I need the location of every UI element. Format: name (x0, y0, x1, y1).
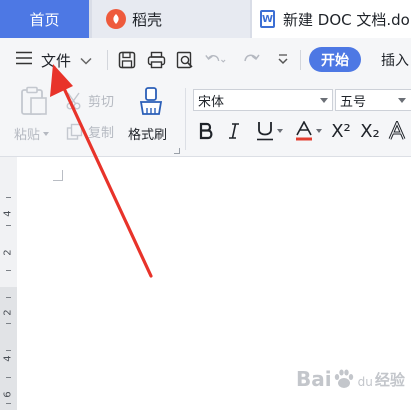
chevron-down-icon (320, 98, 328, 103)
tab-document[interactable]: W 新建 DOC 文档.do (252, 0, 411, 38)
underline-icon (256, 122, 273, 141)
page-margin-corner (53, 170, 63, 181)
italic-icon (229, 123, 239, 139)
chevron-down-icon (80, 51, 92, 69)
tab-insert[interactable]: 插入 (381, 47, 409, 72)
quick-toolbar: 文件 开始 插入 (0, 38, 411, 82)
italic-button[interactable] (225, 118, 243, 144)
ribbon-home: 粘贴 剪切 复制 格式刷 宋体 五号 X² X₂ (0, 82, 411, 157)
clipboard-group-launcher[interactable] (174, 148, 180, 154)
tab-start[interactable]: 开始 (309, 47, 361, 72)
baidu-watermark: Bai du 经验 (296, 367, 405, 391)
undo-button[interactable] (204, 49, 226, 71)
format-painter-button[interactable]: 格式刷 (128, 124, 167, 143)
cut-button[interactable]: 剪切 (66, 91, 114, 110)
copy-button[interactable]: 复制 (66, 122, 114, 141)
file-menu-button[interactable]: 文件 (16, 48, 92, 72)
watermark-text-right: 经验 (374, 370, 405, 389)
tab-daoke[interactable]: 稻壳 (92, 0, 250, 38)
ruler-number: 2 (2, 309, 14, 316)
watermark-text-sub: du (357, 375, 373, 389)
text-effect-icon (388, 121, 406, 140)
ruler-tick (6, 377, 11, 378)
ribbon-divider (185, 88, 186, 150)
cut-icon (66, 92, 81, 109)
copy-label: 复制 (88, 126, 115, 141)
tab-document-label: 新建 DOC 文档.do (283, 10, 410, 29)
paste-label: 粘贴 (14, 128, 41, 143)
ruler-tick (6, 197, 11, 198)
ruler-tick (6, 297, 11, 298)
ruler-tick (6, 323, 11, 324)
ruler-tick (6, 225, 11, 226)
copy-icon (66, 123, 83, 140)
ruler-tick (6, 350, 11, 351)
file-menu-label: 文件 (41, 51, 72, 70)
superscript-button[interactable]: X² (329, 118, 353, 144)
chevron-down-icon (398, 98, 406, 103)
text-effect-button[interactable] (387, 118, 407, 144)
ruler-tick (6, 403, 11, 404)
tab-start-label: 开始 (321, 52, 349, 69)
ruler-tick (6, 270, 11, 271)
paste-button[interactable]: 粘贴 (14, 124, 50, 143)
toolbar-divider (107, 50, 108, 70)
save-button[interactable] (116, 49, 138, 71)
baidu-paw-icon (334, 369, 353, 388)
font-size-value: 五号 (340, 94, 367, 110)
save-icon (118, 51, 136, 69)
underline-button[interactable] (251, 118, 287, 144)
print-preview-button[interactable] (174, 49, 196, 71)
cut-label: 剪切 (88, 95, 115, 110)
font-color-button[interactable] (292, 118, 324, 144)
format-painter-icon-wrap[interactable] (138, 86, 164, 116)
redo-icon (244, 54, 260, 62)
ruler-number: 4 (2, 210, 14, 217)
subscript-button[interactable]: X₂ (358, 118, 382, 144)
paste-dropdown-icon (43, 131, 50, 136)
underline-dropdown-icon (276, 129, 283, 133)
subscript-label: X₂ (360, 120, 380, 142)
paste-icon (21, 86, 47, 115)
watermark-text-left: Bai (296, 367, 332, 391)
tab-bar: 首页 稻壳 W 新建 DOC 文档.do (0, 0, 411, 38)
word-document-icon: W (260, 10, 275, 28)
ruler-number: 6 (2, 391, 14, 398)
superscript-label: X² (331, 120, 351, 142)
tab-insert-label: 插入 (381, 52, 409, 69)
menu-icon (16, 51, 32, 69)
undo-icon (205, 55, 226, 63)
font-color-dropdown-icon (315, 129, 322, 133)
print-button[interactable] (145, 49, 167, 71)
font-size-select[interactable]: 五号 (335, 89, 411, 111)
toolbar-divider (300, 50, 301, 70)
daoke-logo-icon (106, 9, 126, 29)
vertical-ruler[interactable]: 4 2 2 4 6 (0, 157, 17, 410)
font-name-value: 宋体 (198, 94, 225, 110)
format-painter-label: 格式刷 (128, 128, 168, 143)
more-quick-actions-button[interactable] (272, 49, 294, 71)
ruler-number: 4 (2, 355, 14, 362)
ruler-number: 2 (2, 249, 14, 256)
tab-daoke-label: 稻壳 (132, 10, 163, 29)
redo-button[interactable] (240, 49, 262, 71)
font-name-select[interactable]: 宋体 (193, 89, 333, 111)
tab-home[interactable]: 首页 (0, 0, 89, 38)
bold-icon (199, 122, 213, 140)
paste-icon-wrap[interactable] (20, 86, 48, 116)
bold-button[interactable] (196, 118, 216, 144)
font-color-icon (295, 121, 312, 141)
more-icon (278, 54, 288, 65)
format-painter-icon (139, 87, 163, 115)
print-icon (147, 51, 165, 69)
print-preview-icon (176, 51, 193, 69)
tab-home-label: 首页 (29, 10, 60, 29)
